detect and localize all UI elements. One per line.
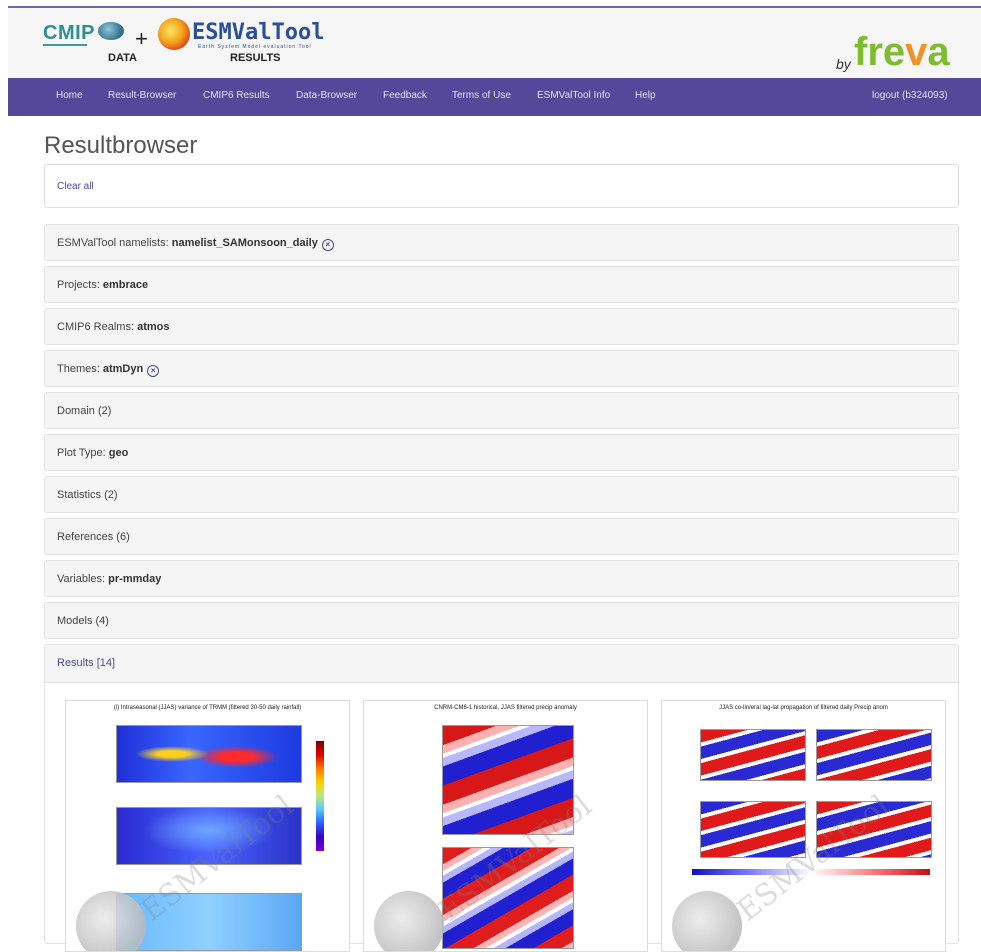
nav-esmvaltool-info[interactable]: ESMValTool Info bbox=[537, 90, 610, 101]
freva-logo-prefix: fre bbox=[854, 30, 906, 74]
nav-feedback[interactable]: Feedback bbox=[383, 90, 427, 101]
facet-name: Models (4) bbox=[57, 615, 109, 627]
facet-name: Projects: bbox=[57, 279, 100, 291]
facet-plot-type[interactable]: Plot Type: geo bbox=[44, 434, 959, 471]
cmip-globe-icon bbox=[98, 22, 124, 40]
site-header: CMIP DATA + ESMValTool Earth System Mode… bbox=[8, 8, 981, 78]
colorbar bbox=[316, 741, 324, 851]
facet-name: ESMValTool namelists: bbox=[57, 237, 169, 249]
facet-themes[interactable]: Themes: atmDyn × bbox=[44, 350, 959, 387]
facet-label: CMIP6 Realms: atmos bbox=[57, 321, 170, 333]
data-label: DATA bbox=[108, 52, 137, 64]
facet-models[interactable]: Models (4) bbox=[44, 602, 959, 639]
selection-box: Clear all bbox=[44, 164, 959, 208]
nav-result-browser[interactable]: Result-Browser bbox=[108, 90, 176, 101]
result-thumbnail-1[interactable]: (i) Intraseasonal (JJAS) variance of TRM… bbox=[65, 700, 350, 952]
facet-namelists[interactable]: ESMValTool namelists: namelist_SAMonsoon… bbox=[44, 224, 959, 261]
result-thumbnail-3[interactable]: JJAS co-lin/eral lag-lat propagation of … bbox=[661, 700, 946, 952]
results-title[interactable]: Results [14] bbox=[57, 657, 115, 669]
thumbnail-title: JJAS co-lin/eral lag-lat propagation of … bbox=[719, 705, 888, 711]
page-title: Resultbrowser bbox=[44, 132, 198, 159]
clear-all-link[interactable]: Clear all bbox=[57, 181, 94, 192]
facet-name: CMIP6 Realms: bbox=[57, 321, 135, 333]
lag-lat-plot bbox=[700, 729, 806, 781]
nav-data-browser[interactable]: Data-Browser bbox=[296, 90, 357, 101]
freva-logo[interactable]: freva bbox=[854, 30, 950, 75]
facet-variables[interactable]: Variables: pr-mmday bbox=[44, 560, 959, 597]
facet-name: Variables: bbox=[57, 573, 106, 585]
facet-label: Projects: embrace bbox=[57, 279, 148, 291]
facet-value: atmos bbox=[137, 321, 170, 333]
remove-filter-icon[interactable]: × bbox=[147, 365, 160, 377]
nav-terms-of-use[interactable]: Terms of Use bbox=[452, 90, 511, 101]
remove-filter-icon[interactable]: × bbox=[321, 239, 334, 251]
thumbnail-title: CNRM-CM6-1 historical, JJAS filtered pre… bbox=[434, 705, 577, 711]
facet-name: Plot Type: bbox=[57, 447, 106, 459]
facet-name: Domain (2) bbox=[57, 405, 112, 417]
lag-lat-plot bbox=[816, 729, 932, 781]
facet-name: Statistics (2) bbox=[57, 489, 118, 501]
facet-value: embrace bbox=[102, 279, 149, 291]
map-plot bbox=[116, 725, 302, 783]
facet-label: ESMValTool namelists: namelist_SAMonsoon… bbox=[57, 237, 334, 251]
facet-name: References (6) bbox=[57, 531, 130, 543]
freva-logo-v: v bbox=[905, 30, 928, 74]
facet-label: Themes: atmDyn × bbox=[57, 363, 160, 377]
facet-references[interactable]: References (6) bbox=[44, 518, 959, 555]
nav-home[interactable]: Home bbox=[56, 90, 83, 101]
main-navbar: Home Result-Browser CMIP6 Results Data-B… bbox=[8, 78, 981, 116]
thumbnail-title: (i) Intraseasonal (JJAS) variance of TRM… bbox=[113, 705, 302, 711]
esmvaltool-globe-icon bbox=[158, 18, 190, 50]
nav-help[interactable]: Help bbox=[635, 90, 656, 101]
nav-logout[interactable]: logout (b324093) bbox=[872, 90, 948, 101]
results-label: RESULTS bbox=[230, 52, 281, 64]
by-label: by bbox=[836, 56, 851, 72]
facet-value: pr-mmday bbox=[108, 573, 162, 585]
cmip-logo[interactable]: CMIP bbox=[43, 22, 95, 45]
facet-value: atmDyn bbox=[102, 363, 144, 375]
freva-logo-suffix: a bbox=[927, 30, 950, 74]
facet-cmip6-realms[interactable]: CMIP6 Realms: atmos bbox=[44, 308, 959, 345]
esmvaltool-logo[interactable]: ESMValTool bbox=[192, 20, 324, 45]
facet-name: Themes: bbox=[57, 363, 100, 375]
facet-statistics[interactable]: Statistics (2) bbox=[44, 476, 959, 513]
facet-label: Plot Type: geo bbox=[57, 447, 128, 459]
lag-lat-plot bbox=[700, 801, 806, 858]
nav-cmip6-results[interactable]: CMIP6 Results bbox=[203, 90, 270, 101]
cmip-logo-underline bbox=[43, 44, 87, 46]
result-thumbnail-2[interactable]: CNRM-CM6-1 historical, JJAS filtered pre… bbox=[363, 700, 648, 952]
results-header[interactable]: Results [14] bbox=[45, 645, 958, 683]
facet-value: namelist_SAMonsoon_daily bbox=[171, 237, 318, 249]
esmvaltool-tagline: Earth System Model evaluation Tool bbox=[198, 44, 312, 50]
facet-domain[interactable]: Domain (2) bbox=[44, 392, 959, 429]
results-panel: Results [14] (i) Intraseasonal (JJAS) va… bbox=[44, 644, 959, 952]
facet-projects[interactable]: Projects: embrace bbox=[44, 266, 959, 303]
facet-label: Variables: pr-mmday bbox=[57, 573, 161, 585]
plus-sign: + bbox=[135, 26, 148, 51]
facet-value: geo bbox=[108, 447, 129, 459]
